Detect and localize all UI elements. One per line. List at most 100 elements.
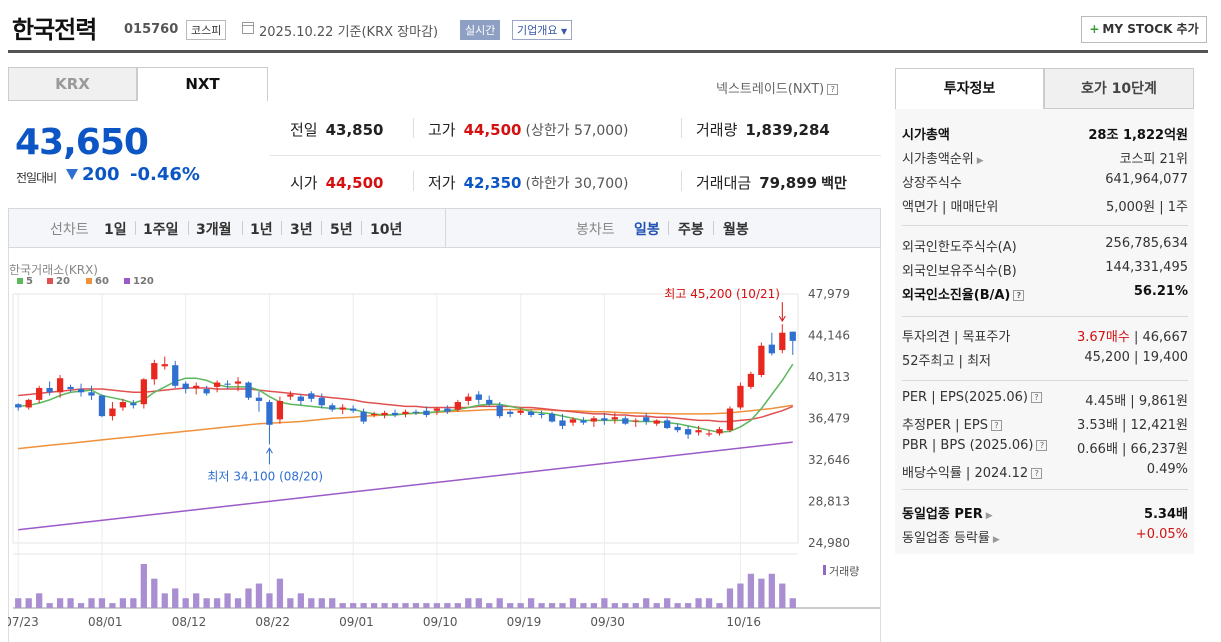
invest-row-label: 52주최고 | 최저 <box>902 350 991 369</box>
help-icon[interactable]: ? <box>1036 440 1048 451</box>
help-icon[interactable]: ? <box>1013 290 1025 301</box>
invest-row: 추정PER | EPS? 3.53배 | 12,421원 <box>902 414 1188 434</box>
candle-body <box>527 411 535 416</box>
invest-row: 상장주식수 641,964,077 <box>902 172 1188 192</box>
invest-row: 외국인소진율(B/A)? 56.21% <box>902 284 1188 304</box>
volume-bar <box>601 598 608 608</box>
volume-bar <box>517 603 524 608</box>
y-tick-label: 28,813 <box>808 495 850 509</box>
volume-bar <box>381 603 388 608</box>
volume-bar <box>548 603 556 608</box>
tab-nxt[interactable]: NXT <box>137 67 268 101</box>
candle-body <box>213 382 221 387</box>
help-icon[interactable]: ? <box>1031 468 1043 479</box>
help-icon[interactable]: ? <box>990 420 1002 431</box>
tab-krx[interactable]: KRX <box>8 67 137 101</box>
volume-bar <box>664 598 671 608</box>
invest-row-label-text: 외국인소진율(B/A) <box>902 288 1011 303</box>
period-1d[interactable]: 1일 <box>104 219 127 239</box>
volume-bar <box>15 598 22 608</box>
chevron-right-icon[interactable]: ▶ <box>986 511 993 521</box>
candle-body <box>559 420 566 426</box>
x-tick-label: 09/01 <box>339 615 374 629</box>
volume-bar <box>329 598 336 608</box>
candle-body <box>716 429 723 434</box>
candle-body <box>77 389 85 393</box>
candle-monthly[interactable]: 월봉 <box>723 219 749 239</box>
volume-bar <box>695 598 702 608</box>
period-1y[interactable]: 1년 <box>250 219 273 239</box>
invest-row-value: 45,200 | 19,400 <box>1084 350 1188 365</box>
tab-invest-info[interactable]: 투자정보 <box>895 68 1044 109</box>
invest-row-label: 동일업종 PER ▶ <box>902 503 993 522</box>
candle-body <box>590 418 598 422</box>
candle-body <box>664 420 671 429</box>
volume-bar <box>360 603 367 608</box>
candle-body <box>653 420 660 424</box>
company-info-dropdown[interactable]: 기업개요 ▼ <box>512 20 573 40</box>
company-info-label: 기업개요 <box>517 24 558 37</box>
invest-row: 외국인보유주식수(B) 144,331,495 <box>902 260 1188 280</box>
period-10y[interactable]: 10년 <box>370 219 402 239</box>
invest-row-value-text: | 46,667 <box>1129 330 1188 345</box>
candle-body <box>622 418 629 424</box>
invest-row-label-text: 상장주식수 <box>902 176 962 191</box>
high-price: 고가 44,500 (상한가 57,000) <box>428 119 629 140</box>
candle-body <box>25 399 32 408</box>
candle-body <box>161 364 168 367</box>
open-label: 시가 <box>290 174 318 192</box>
volume-bar <box>46 603 53 608</box>
candle-daily[interactable]: 일봉 <box>634 219 660 239</box>
trade-value-label: 거래대금 <box>696 174 752 192</box>
invest-row-label-text: 동일업종 PER <box>902 507 983 522</box>
volume-bar <box>758 578 765 608</box>
candle-body <box>266 402 273 425</box>
volume-bar <box>622 603 629 608</box>
help-icon[interactable]: ? <box>827 84 839 95</box>
invest-row: 시가총액순위 ▶ 코스피 21위 <box>902 148 1188 168</box>
candle-body <box>695 430 702 433</box>
volume-bar <box>36 593 43 608</box>
volume-value: 1,839,284 <box>745 121 830 139</box>
y-tick-label: 40,313 <box>808 370 850 384</box>
section-divider <box>902 225 1188 226</box>
nxt-info-link[interactable]: 넥스트레이드(NXT)? <box>716 78 839 97</box>
candle-weekly[interactable]: 주봉 <box>678 219 704 239</box>
period-3y[interactable]: 3년 <box>290 219 313 239</box>
volume-bar <box>213 598 221 608</box>
volume-bar <box>297 593 304 608</box>
header-divider <box>8 50 1208 53</box>
candle-body <box>580 420 587 423</box>
volume-bar <box>423 603 430 608</box>
invest-row-label-text: PER | EPS(2025.06) <box>902 390 1028 405</box>
invest-row-label-text: 배당수익률 | 2024.12 <box>902 466 1029 481</box>
period-5y[interactable]: 5년 <box>330 219 353 239</box>
tab-order-book[interactable]: 호가 10단계 <box>1044 68 1194 109</box>
volume-bar <box>789 598 796 608</box>
current-price: 43,650 <box>15 122 149 163</box>
candle-body <box>98 395 106 417</box>
chevron-right-icon[interactable]: ▶ <box>993 535 1000 545</box>
my-stock-add-button[interactable]: + MY STOCK 추가 <box>1081 16 1207 43</box>
caret-down-icon: ▼ <box>560 27 568 36</box>
invest-row-value: 3.53배 | 12,421원 <box>1077 414 1188 433</box>
candle-body <box>507 411 514 414</box>
x-tick-label: 10/16 <box>726 615 761 629</box>
candle-body <box>151 363 158 380</box>
period-1w[interactable]: 1주일 <box>143 219 179 239</box>
chevron-right-icon[interactable]: ▶ <box>977 156 984 166</box>
help-icon[interactable]: ? <box>1030 392 1042 403</box>
volume-bar <box>98 598 106 608</box>
volume-bar <box>486 603 493 608</box>
price-chart[interactable]: 47,979 44,146 40,313 36,479 32,646 28,813 24,9… <box>8 248 881 642</box>
volume-bar <box>119 598 127 608</box>
trade-value-unit: 백만 <box>821 176 847 192</box>
volume-bar <box>161 593 168 608</box>
investment-opinion: 3.67매수 <box>1076 330 1130 345</box>
invest-row-value-text: 56.21% <box>1133 284 1188 299</box>
invest-row: 동일업종 등락률 ▶ +0.05% <box>902 527 1188 547</box>
period-3m[interactable]: 3개월 <box>196 219 232 239</box>
candle-body <box>287 394 294 397</box>
realtime-button[interactable]: 실시간 <box>460 20 501 40</box>
candle-body <box>548 413 556 422</box>
